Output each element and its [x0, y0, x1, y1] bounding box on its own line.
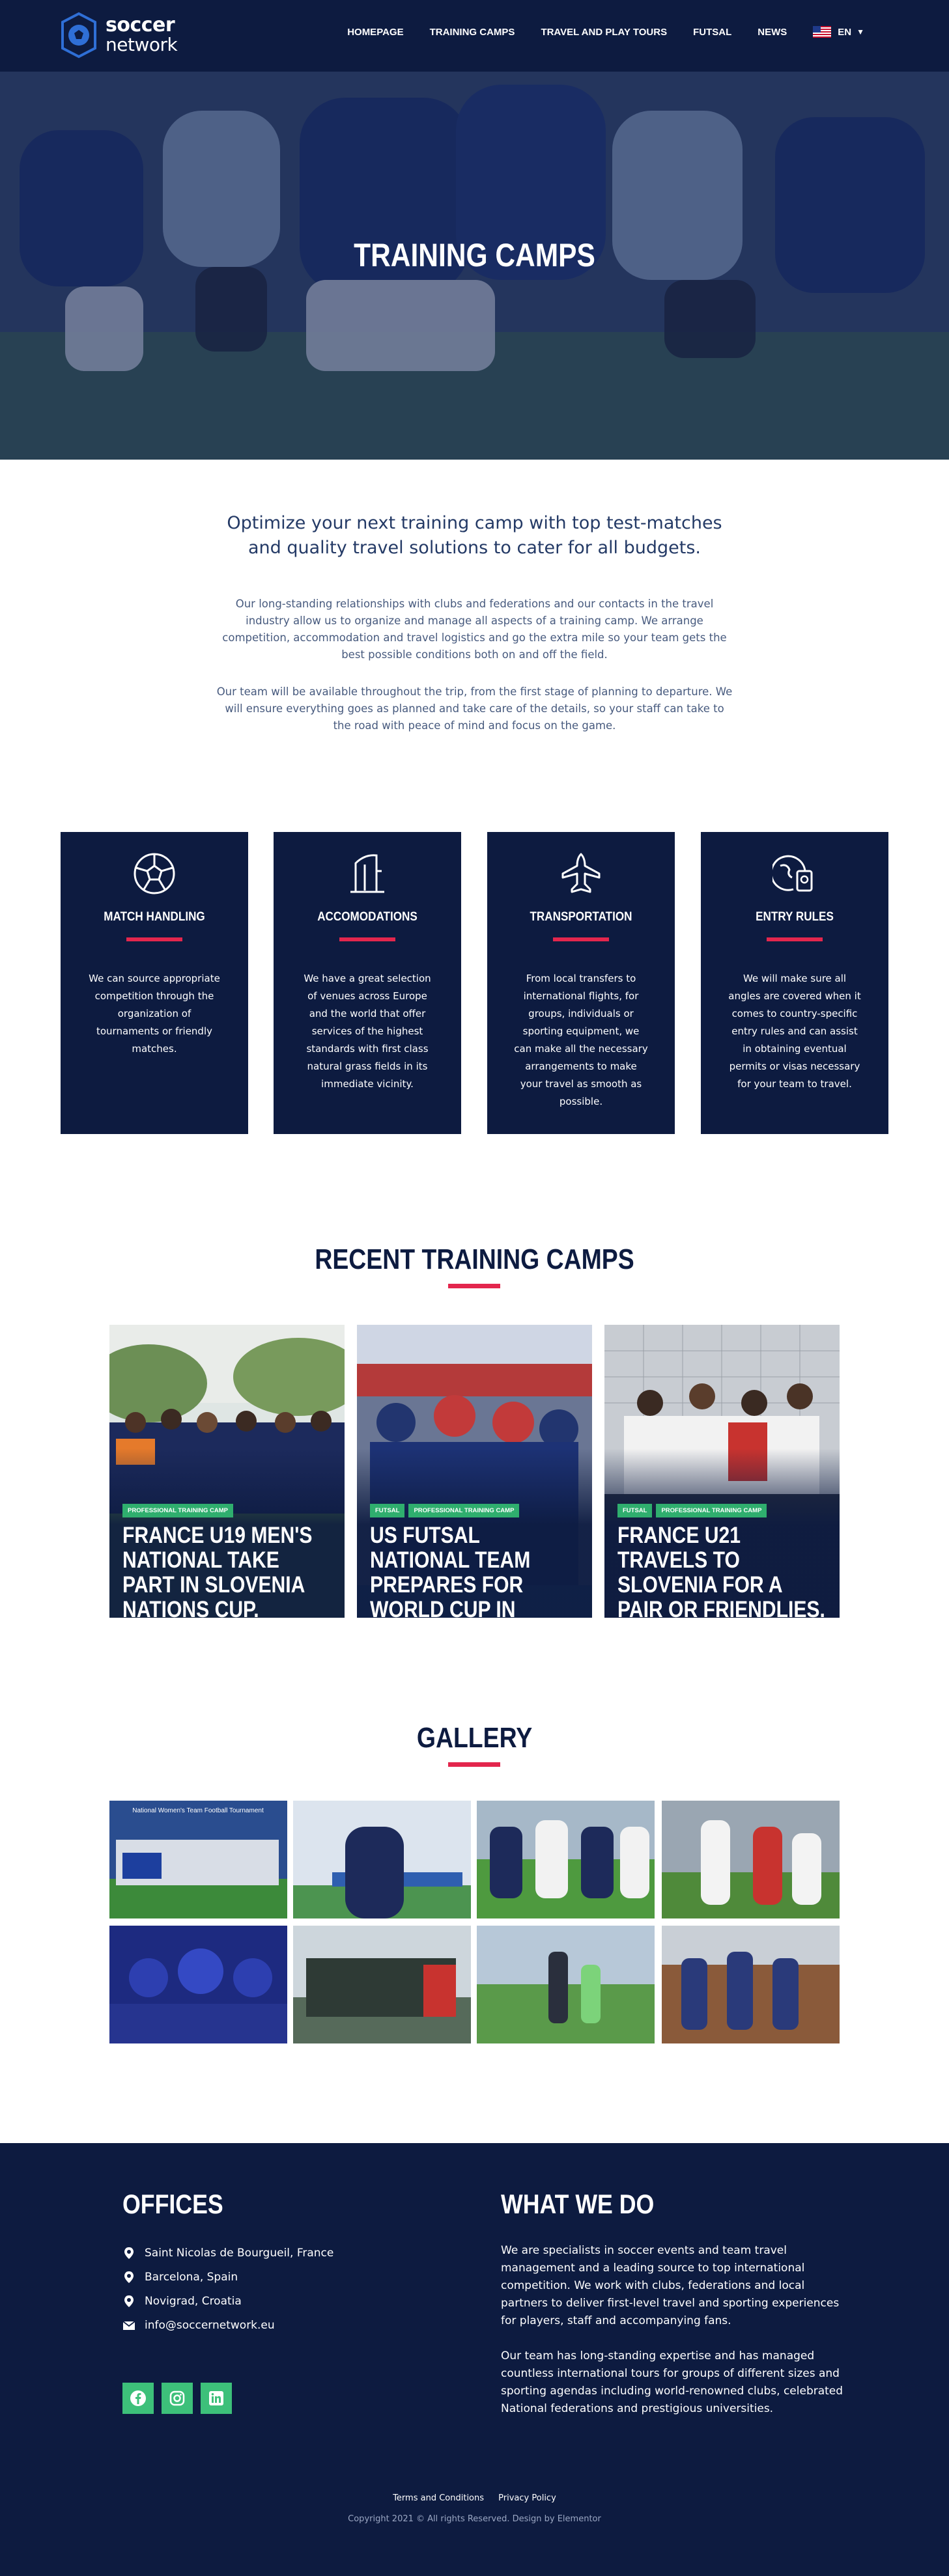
- service-title: MATCH HANDLING: [104, 910, 205, 924]
- title-underline: [767, 937, 823, 941]
- recent-camps-title: RECENT TRAINING CAMPS: [315, 1243, 634, 1275]
- site-logo[interactable]: soccer network: [60, 12, 178, 59]
- service-card-accomodations: ACCOMODATIONS We have a great selection …: [274, 832, 461, 1134]
- map-pin-icon: [124, 2295, 134, 2307]
- airplane-icon: [561, 853, 601, 893]
- service-title: ACCOMODATIONS: [317, 910, 418, 924]
- gallery-image-7[interactable]: [477, 1926, 655, 2043]
- logo-shield-icon: [61, 12, 96, 59]
- globe-passport-icon: [772, 855, 813, 892]
- chevron-down-icon: ▼: [857, 27, 864, 36]
- envelope-icon: [122, 2320, 135, 2330]
- office-text: Saint Nicolas de Bourgueil, France: [145, 2246, 334, 2260]
- intro-paragraph-2: Our team will be available throughout th…: [216, 686, 733, 732]
- title-underline: [126, 937, 182, 941]
- tag-futsal[interactable]: FUTSAL: [617, 1504, 653, 1517]
- us-flag-icon: [813, 26, 832, 38]
- camp-tags: FUTSAL PROFESSIONAL TRAINING CAMP: [370, 1504, 523, 1517]
- gallery-image-4[interactable]: [662, 1801, 840, 1918]
- service-text: We will make sure all angles are covered…: [728, 973, 861, 1090]
- camp-tags: PROFESSIONAL TRAINING CAMP: [122, 1504, 237, 1517]
- tag-professional-training-camp[interactable]: PROFESSIONAL TRAINING CAMP: [408, 1504, 520, 1517]
- gallery-image-1[interactable]: National Women's Team Football Tournamen…: [109, 1801, 287, 1918]
- title-underline: [553, 937, 609, 941]
- hero-banner: TRAINING CAMPS: [0, 72, 949, 460]
- service-title: ENTRY RULES: [756, 910, 834, 924]
- service-card-match-handling: MATCH HANDLING We can source appropriate…: [61, 832, 248, 1134]
- facebook-button[interactable]: [122, 2383, 154, 2414]
- copyright: Copyright 2021 © All rights Reserved. De…: [348, 2514, 601, 2524]
- main-nav: HOMEPAGE TRAINING CAMPS TRAVEL AND PLAY …: [321, 26, 864, 38]
- language-selector[interactable]: EN ▼: [813, 26, 864, 38]
- gallery-image-6[interactable]: [293, 1926, 471, 2043]
- service-text: We can source appropriate competition th…: [89, 973, 220, 1055]
- camp-title[interactable]: FRANCE U21 TRAVELS TO SLOVENIA FOR A PAI…: [617, 1523, 829, 1618]
- office-text: Novigrad, Croatia: [145, 2294, 242, 2308]
- what-we-do-paragraph-2: Our team has long-standing expertise and…: [501, 2349, 843, 2415]
- soccer-ball-icon: [134, 853, 175, 894]
- camp-title[interactable]: US FUTSAL NATIONAL TEAM PREPARES FOR WOR…: [370, 1523, 582, 1618]
- logo-text-soccer: soccer: [106, 14, 175, 36]
- intro-paragraph-1: Our long-standing relationships with clu…: [222, 598, 727, 661]
- gallery-image-3[interactable]: [477, 1801, 655, 1918]
- instagram-button[interactable]: [162, 2383, 193, 2414]
- email-text[interactable]: info@soccernetwork.eu: [145, 2319, 275, 2332]
- language-label: EN: [838, 26, 852, 38]
- nav-homepage[interactable]: HOMEPAGE: [347, 27, 403, 38]
- gallery-image-5[interactable]: [109, 1926, 287, 2043]
- tag-professional-training-camp[interactable]: PROFESSIONAL TRAINING CAMP: [122, 1504, 233, 1517]
- facebook-icon: [130, 2390, 146, 2406]
- service-card-transportation: TRANSPORTATION From local transfers to i…: [487, 832, 675, 1134]
- nav-news[interactable]: NEWS: [758, 27, 787, 38]
- what-we-do-paragraph-1: We are specialists in soccer events and …: [501, 2244, 840, 2327]
- gallery-image-8[interactable]: [662, 1926, 840, 2043]
- camp-card-us-futsal[interactable]: FUTSAL PROFESSIONAL TRAINING CAMP US FUT…: [357, 1325, 592, 1618]
- what-we-do-title: WHAT WE DO: [501, 2189, 655, 2219]
- camp-title[interactable]: FRANCE U19 MEN'S NATIONAL TAKE PART IN S…: [122, 1523, 334, 1618]
- offices-title: OFFICES: [122, 2189, 223, 2219]
- instagram-icon: [169, 2390, 185, 2406]
- contact-email[interactable]: info@soccernetwork.eu: [122, 2313, 333, 2337]
- nav-training-camps[interactable]: TRAINING CAMPS: [430, 27, 515, 38]
- offices-list: Saint Nicolas de Bourgueil, France Barce…: [122, 2241, 333, 2337]
- service-text: From local transfers to international fl…: [514, 973, 648, 1107]
- service-text: We have a great selection of venues acro…: [304, 973, 431, 1090]
- site-footer: OFFICES Saint Nicolas de Bourgueil, Fran…: [0, 2143, 949, 2576]
- gallery-image-2[interactable]: [293, 1801, 471, 1918]
- privacy-link[interactable]: Privacy Policy: [498, 2493, 556, 2503]
- nav-futsal[interactable]: FUTSAL: [693, 27, 731, 38]
- tag-professional-training-camp[interactable]: PROFESSIONAL TRAINING CAMP: [656, 1504, 767, 1517]
- service-title: TRANSPORTATION: [530, 910, 632, 924]
- tag-futsal[interactable]: FUTSAL: [370, 1504, 405, 1517]
- hero-title: TRAINING CAMPS: [354, 237, 595, 273]
- gallery-image-caption: National Women's Team Football Tournamen…: [132, 1807, 264, 1814]
- office-spain: Barcelona, Spain: [122, 2265, 333, 2289]
- logo-text-network: network: [106, 34, 178, 55]
- terms-link[interactable]: Terms and Conditions: [393, 2493, 484, 2503]
- nav-travel-and-play-tours[interactable]: TRAVEL AND PLAY TOURS: [541, 27, 667, 38]
- linkedin-icon: [209, 2391, 223, 2405]
- office-text: Barcelona, Spain: [145, 2270, 238, 2284]
- intro-lead: Optimize your next training camp with to…: [227, 513, 722, 558]
- map-pin-icon: [124, 2271, 134, 2283]
- social-links: [122, 2383, 240, 2414]
- site-header: soccer network HOMEPAGE TRAINING CAMPS T…: [0, 0, 949, 72]
- gallery-underline: [448, 1762, 500, 1767]
- footer-links: Terms and Conditions Privacy Policy: [0, 2493, 949, 2503]
- linkedin-button[interactable]: [201, 2383, 232, 2414]
- gallery-title: GALLERY: [416, 1722, 533, 1754]
- camp-card-france-u21[interactable]: FUTSAL PROFESSIONAL TRAINING CAMP FRANCE…: [604, 1325, 840, 1618]
- map-pin-icon: [124, 2247, 134, 2259]
- office-croatia: Novigrad, Croatia: [122, 2289, 333, 2313]
- service-card-entry-rules: ENTRY RULES We will make sure all angles…: [701, 832, 888, 1134]
- camp-tags: FUTSAL PROFESSIONAL TRAINING CAMP: [617, 1504, 771, 1517]
- office-france: Saint Nicolas de Bourgueil, France: [122, 2241, 333, 2265]
- hotel-building-icon: [350, 854, 384, 893]
- recent-camps-underline: [448, 1284, 500, 1288]
- camp-card-france-u19[interactable]: PROFESSIONAL TRAINING CAMP FRANCE U19 ME…: [109, 1325, 345, 1618]
- title-underline: [339, 937, 395, 941]
